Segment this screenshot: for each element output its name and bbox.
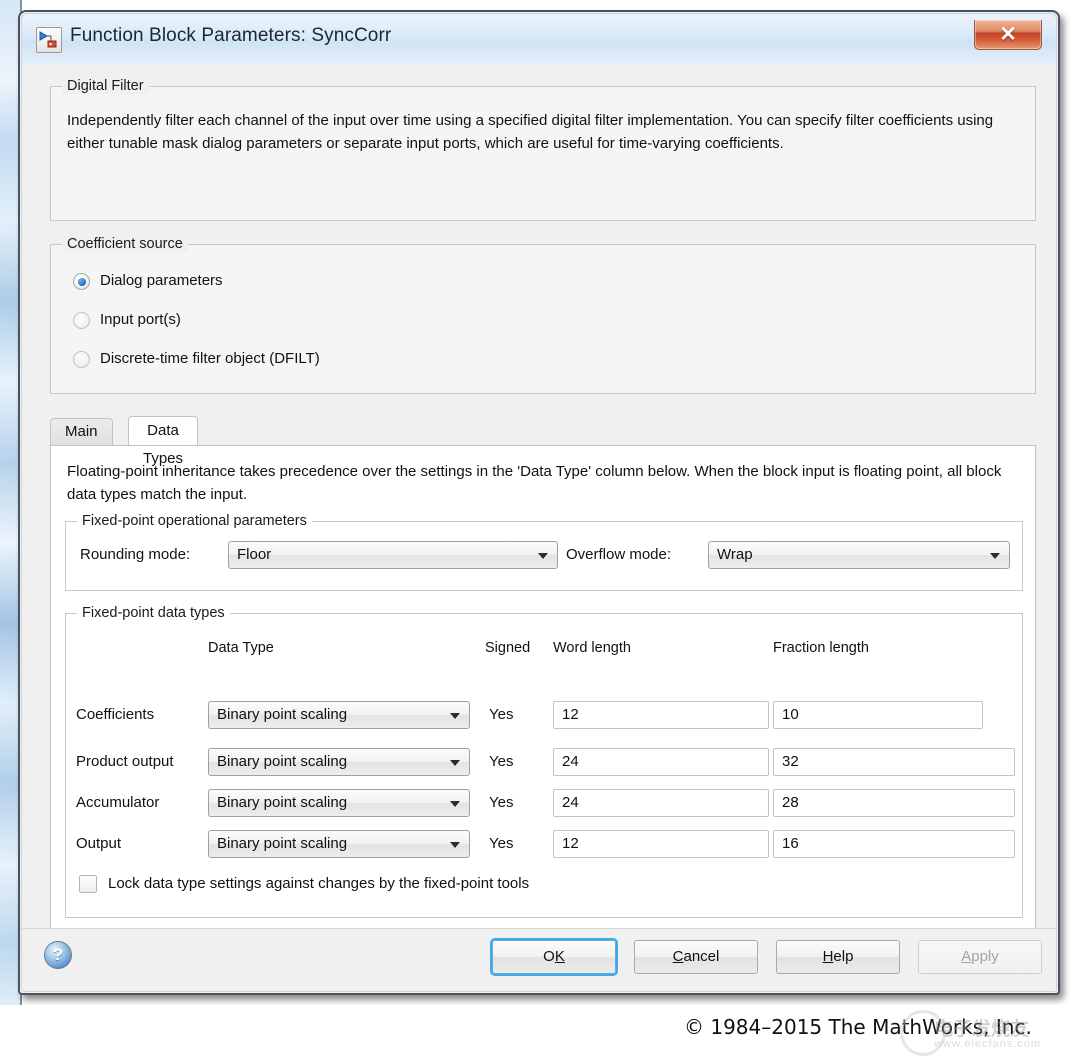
row-label-output: Output bbox=[76, 835, 122, 852]
data-type-select-accumulator[interactable]: Binary point scaling bbox=[208, 789, 470, 817]
lock-data-type-checkbox[interactable] bbox=[79, 875, 97, 893]
row-label-coefficients: Coefficients bbox=[76, 706, 155, 723]
data-types-panel: Floating-point inheritance takes precede… bbox=[50, 445, 1036, 955]
digital-filter-legend: Digital Filter bbox=[62, 78, 149, 94]
overflow-mode-label: Overflow mode: bbox=[566, 546, 672, 563]
chevron-down-icon bbox=[450, 801, 460, 807]
function-block-parameters-dialog: Function Block Parameters: SyncCorr ✕ Di… bbox=[18, 10, 1060, 995]
data-type-select-product-output[interactable]: Binary point scaling bbox=[208, 748, 470, 776]
signed-value-output: Yes bbox=[489, 835, 514, 852]
help-circle-icon[interactable]: ? bbox=[44, 941, 72, 969]
chevron-down-icon bbox=[450, 842, 460, 848]
signed-value-product-output: Yes bbox=[489, 753, 514, 770]
header-fraction-length: Fraction length bbox=[773, 640, 869, 656]
radio-input-ports[interactable]: Input port(s) bbox=[73, 311, 473, 333]
data-type-value-product-output: Binary point scaling bbox=[217, 753, 348, 770]
word-length-input-output[interactable]: 12 bbox=[553, 830, 769, 858]
row-label-product-output: Product output bbox=[76, 753, 174, 770]
word-length-input-accumulator[interactable]: 24 bbox=[553, 789, 769, 817]
header-word-length: Word length bbox=[553, 640, 631, 656]
digital-filter-description: Independently filter each channel of the… bbox=[67, 112, 994, 152]
cancel-button[interactable]: Cancel bbox=[634, 940, 758, 974]
close-button[interactable]: ✕ bbox=[974, 20, 1042, 50]
chevron-down-icon bbox=[538, 553, 548, 559]
radio-dialog-parameters-label: Dialog parameters bbox=[100, 272, 223, 289]
radio-dfilt-object[interactable]: Discrete-time filter object (DFILT) bbox=[73, 350, 533, 372]
help-icon-glyph: ? bbox=[52, 945, 64, 964]
data-type-value-output: Binary point scaling bbox=[217, 835, 348, 852]
coefficient-source-legend: Coefficient source bbox=[62, 236, 188, 252]
digital-filter-group: Digital Filter Independently filter each… bbox=[50, 78, 1036, 221]
chevron-down-icon bbox=[450, 713, 460, 719]
tab-main[interactable]: Main bbox=[50, 418, 113, 445]
fixed-point-data-types-group: Fixed-point data types Data Type Signed … bbox=[65, 605, 1023, 918]
word-length-value-coefficients: 12 bbox=[562, 706, 579, 723]
floating-point-note: Floating-point inheritance takes precede… bbox=[67, 463, 1002, 503]
watermark-url: www.elecfans.com bbox=[934, 1038, 1042, 1050]
fraction-length-value-accumulator: 28 bbox=[782, 794, 799, 811]
data-type-value-accumulator: Binary point scaling bbox=[217, 794, 348, 811]
watermark-title: 电子发烧友 bbox=[934, 1019, 1030, 1040]
lock-data-type-label: Lock data type settings against changes … bbox=[108, 875, 530, 892]
dialog-button-bar: ? OK Cancel Help Apply bbox=[22, 928, 1056, 991]
fixed-point-operational-legend: Fixed-point operational parameters bbox=[77, 513, 312, 529]
data-type-select-output[interactable]: Binary point scaling bbox=[208, 830, 470, 858]
window-title: Function Block Parameters: SyncCorr bbox=[70, 25, 392, 46]
radio-input-ports-label: Input port(s) bbox=[100, 311, 181, 328]
cancel-button-mnemonic: C bbox=[672, 948, 684, 965]
row-label-accumulator: Accumulator bbox=[76, 794, 160, 811]
help-button[interactable]: Help bbox=[776, 940, 900, 974]
coefficient-source-group: Coefficient source Dialog parameters Inp… bbox=[50, 236, 1036, 394]
help-button-mnemonic: H bbox=[822, 948, 834, 965]
apply-button-post: pply bbox=[971, 948, 999, 965]
word-length-value-output: 12 bbox=[562, 835, 579, 852]
fraction-length-input-accumulator[interactable]: 28 bbox=[773, 789, 1015, 817]
fraction-length-input-product-output[interactable]: 32 bbox=[773, 748, 1015, 776]
close-icon: ✕ bbox=[999, 23, 1017, 46]
radio-dialog-parameters-indicator[interactable] bbox=[73, 273, 90, 290]
rounding-mode-value: Floor bbox=[237, 546, 272, 563]
header-signed: Signed bbox=[485, 640, 531, 656]
fraction-length-input-output[interactable]: 16 bbox=[773, 830, 1015, 858]
radio-dfilt-object-label: Discrete-time filter object (DFILT) bbox=[100, 350, 320, 367]
chevron-down-icon bbox=[450, 760, 460, 766]
site-watermark: 电子发烧友 www.elecfans.com bbox=[890, 1008, 1060, 1056]
rounding-mode-label: Rounding mode: bbox=[80, 546, 191, 563]
cancel-button-post: ancel bbox=[683, 948, 720, 965]
fraction-length-value-product-output: 32 bbox=[782, 753, 799, 770]
ok-button-pre: O bbox=[543, 948, 555, 965]
fraction-length-input-coefficients[interactable]: 10 bbox=[773, 701, 983, 729]
data-type-value-coefficients: Binary point scaling bbox=[217, 706, 348, 723]
radio-dfilt-object-indicator[interactable] bbox=[73, 351, 90, 368]
tab-data-types[interactable]: Data Types bbox=[128, 416, 199, 467]
apply-button-mnemonic: A bbox=[961, 948, 972, 965]
dialog-inner-frame: Function Block Parameters: SyncCorr ✕ Di… bbox=[21, 13, 1057, 992]
word-length-input-coefficients[interactable]: 12 bbox=[553, 701, 769, 729]
ok-button-mnemonic: K bbox=[554, 948, 565, 965]
data-type-select-coefficients[interactable]: Binary point scaling bbox=[208, 701, 470, 729]
ok-button[interactable]: OK bbox=[492, 940, 616, 974]
apply-button[interactable]: Apply bbox=[918, 940, 1042, 974]
word-length-value-product-output: 24 bbox=[562, 753, 579, 770]
help-button-post: elp bbox=[833, 948, 854, 965]
signed-value-coefficients: Yes bbox=[489, 706, 514, 723]
header-data-type: Data Type bbox=[208, 640, 274, 656]
fixed-point-data-types-legend: Fixed-point data types bbox=[77, 605, 230, 621]
fraction-length-value-output: 16 bbox=[782, 835, 799, 852]
screen: Function Block Parameters: SyncCorr ✕ Di… bbox=[0, 0, 1086, 1058]
overflow-mode-select[interactable]: Wrap bbox=[708, 541, 1010, 569]
simulink-block-icon bbox=[36, 27, 62, 53]
rounding-mode-select[interactable]: Floor bbox=[228, 541, 558, 569]
overflow-mode-value: Wrap bbox=[717, 546, 753, 563]
signed-value-accumulator: Yes bbox=[489, 794, 514, 811]
word-length-value-accumulator: 24 bbox=[562, 794, 579, 811]
chevron-down-icon bbox=[990, 553, 1000, 559]
dialog-content: Digital Filter Independently filter each… bbox=[22, 64, 1056, 991]
title-bar: Function Block Parameters: SyncCorr ✕ bbox=[22, 14, 1056, 64]
fraction-length-value-coefficients: 10 bbox=[782, 706, 799, 723]
word-length-input-product-output[interactable]: 24 bbox=[553, 748, 769, 776]
fixed-point-operational-group: Fixed-point operational parameters Round… bbox=[65, 513, 1023, 591]
radio-input-ports-indicator[interactable] bbox=[73, 312, 90, 329]
radio-dialog-parameters[interactable]: Dialog parameters bbox=[73, 272, 473, 294]
